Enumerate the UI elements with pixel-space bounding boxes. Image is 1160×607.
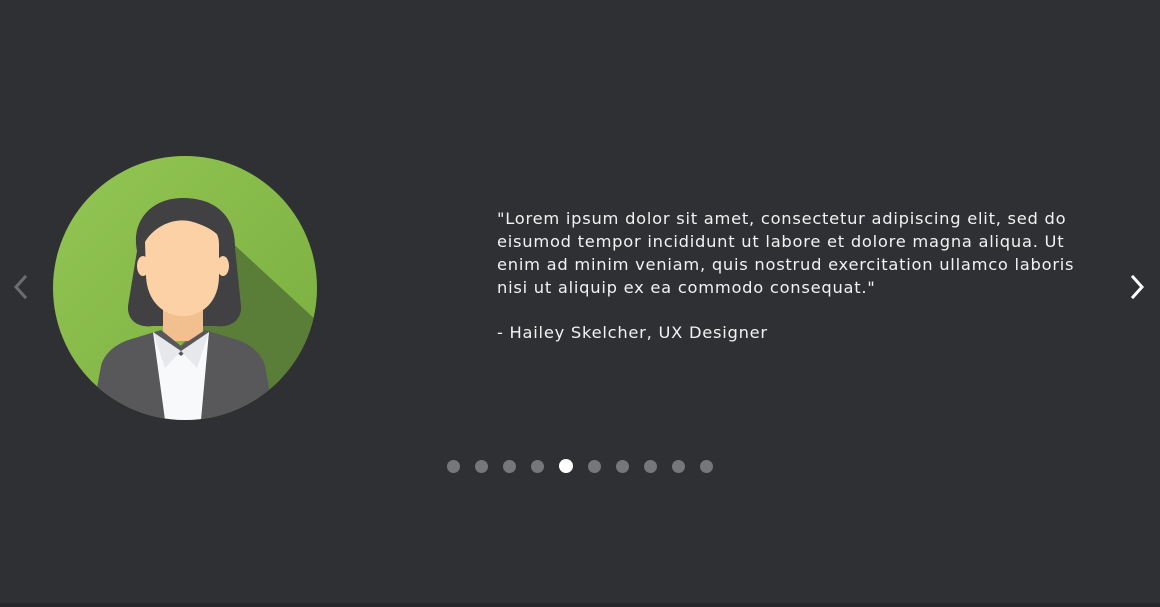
pagination-dot[interactable] xyxy=(700,459,713,473)
testimonial-content: "Lorem ipsum dolor sit amet, consectetur… xyxy=(497,207,1077,344)
pagination-dot[interactable] xyxy=(588,459,601,473)
next-slide-button[interactable] xyxy=(1125,270,1151,304)
bottom-edge xyxy=(0,603,1160,607)
pagination-dot[interactable] xyxy=(475,459,488,473)
pagination-dot[interactable] xyxy=(447,459,460,473)
businesswoman-avatar-icon xyxy=(53,156,317,420)
testimonial-quote: "Lorem ipsum dolor sit amet, consectetur… xyxy=(497,209,1075,297)
chevron-right-icon xyxy=(1130,274,1145,300)
avatar xyxy=(53,156,317,420)
pagination-dot[interactable] xyxy=(672,459,685,473)
pagination-dot-active[interactable] xyxy=(559,459,573,473)
pagination-dot[interactable] xyxy=(644,459,657,473)
prev-slide-button[interactable] xyxy=(8,270,34,304)
pagination-dot[interactable] xyxy=(503,459,516,473)
testimonial-author: - Hailey Skelcher, UX Designer xyxy=(497,323,768,342)
pagination-dot[interactable] xyxy=(616,459,629,473)
testimonial-carousel: "Lorem ipsum dolor sit amet, consectetur… xyxy=(0,0,1160,603)
pagination-dots xyxy=(447,459,713,473)
chevron-left-icon xyxy=(13,274,28,300)
pagination-dot[interactable] xyxy=(531,459,544,473)
